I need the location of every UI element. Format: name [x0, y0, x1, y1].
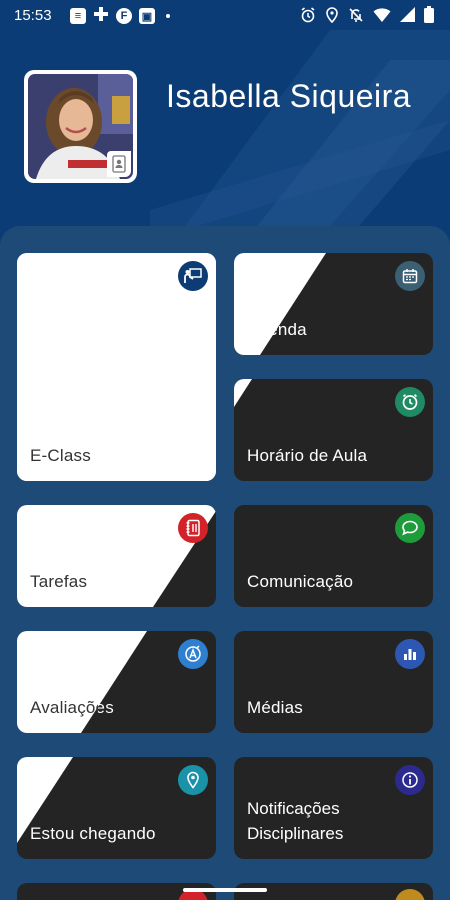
medical-cross-icon	[93, 6, 109, 26]
notifications-off-icon	[348, 7, 364, 23]
menu-card-eclass[interactable]: E-Class	[17, 253, 216, 481]
app-icon: ▣	[139, 8, 155, 24]
homework-icon	[178, 513, 208, 543]
menu-label-comunicacao: Comunicação	[247, 572, 354, 591]
chat-icon	[395, 513, 425, 543]
id-card-icon	[107, 151, 131, 177]
menu-card-estou-chegando[interactable]: Estou chegando	[17, 757, 216, 859]
menu-label-estou-chegando: Estou chegando	[30, 824, 156, 843]
location-icon	[325, 6, 339, 23]
battery-icon	[424, 6, 434, 23]
grade-a-icon	[178, 639, 208, 669]
menu-card-comunicacao[interactable]: Comunicação	[234, 505, 433, 607]
news-icon: ≡	[70, 8, 86, 24]
menu-label-notificacoes-line1: Notificações	[247, 799, 340, 818]
flipboard-icon: F	[116, 8, 132, 24]
menu-label-horario: Horário de Aula	[247, 446, 368, 465]
calendar-icon	[395, 261, 425, 291]
menu-card-tarefas[interactable]: Tarefas	[17, 505, 216, 607]
menu-label-eclass: E-Class	[30, 446, 91, 465]
menu-label-avaliacoes: Avaliações	[30, 698, 114, 717]
menu-label-notificacoes: Notificações Disciplinares	[247, 796, 343, 846]
alarm-icon	[300, 6, 316, 23]
status-bar: 15:53 ≡ F ▣	[0, 0, 450, 32]
clock-icon	[395, 387, 425, 417]
menu-card-agenda[interactable]: Agenda	[234, 253, 433, 355]
menu-card-medias[interactable]: Médias	[234, 631, 433, 733]
partial-icon-right	[395, 889, 425, 900]
menu-label-notificacoes-line2: Disciplinares	[247, 824, 344, 843]
menu-card-avaliacoes[interactable]: Avaliações	[17, 631, 216, 733]
menu-label-tarefas: Tarefas	[30, 572, 88, 591]
home-indicator[interactable]	[183, 888, 267, 892]
location-pin-icon	[178, 765, 208, 795]
user-name: Isabella Siqueira	[166, 78, 412, 114]
signal-icon	[400, 7, 415, 22]
menu-card-notificacoes[interactable]: Notificações Disciplinares	[234, 757, 433, 859]
info-icon	[395, 765, 425, 795]
menu-label-agenda: Agenda	[247, 320, 307, 339]
presentation-icon	[178, 261, 208, 291]
wifi-icon	[373, 7, 391, 23]
status-time: 15:53	[14, 7, 52, 24]
menu-label-medias: Médias	[247, 698, 304, 717]
menu-panel: E-Class Agenda Horário de Aula Tarefas C…	[0, 226, 450, 900]
bar-chart-icon	[395, 639, 425, 669]
menu-card-horario[interactable]: Horário de Aula	[234, 379, 433, 481]
more-notifications-icon	[166, 14, 170, 18]
avatar[interactable]	[24, 70, 137, 183]
